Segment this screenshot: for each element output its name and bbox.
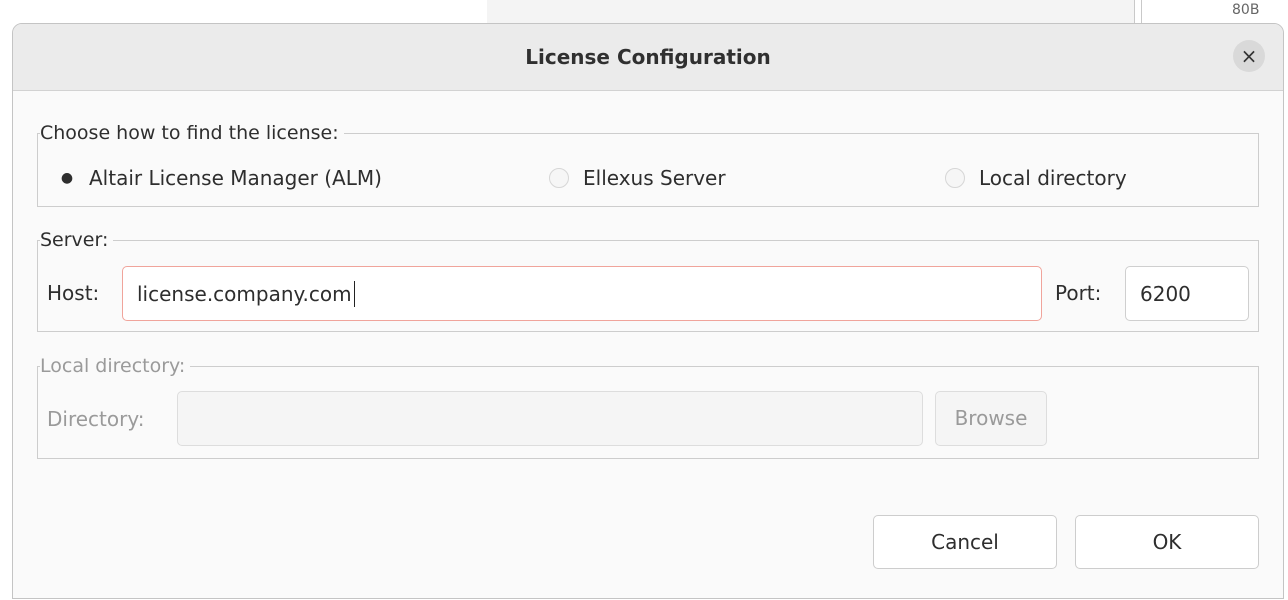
radio-selected-icon: ● — [60, 170, 74, 186]
ok-button[interactable]: OK — [1075, 515, 1259, 569]
dialog-titlebar: License Configuration × — [13, 24, 1283, 91]
close-icon: × — [1240, 44, 1258, 68]
port-input-value: 6200 — [1140, 281, 1191, 306]
dialog-title: License Configuration — [525, 45, 771, 69]
host-label: Host: — [47, 281, 100, 305]
host-input[interactable]: license.company.com — [122, 266, 1042, 321]
browse-button[interactable]: Browse — [935, 391, 1047, 446]
directory-label: Directory: — [47, 407, 145, 431]
local-directory-legend: Local directory: — [40, 355, 191, 377]
radio-ellexus-server[interactable]: Ellexus Server — [549, 165, 726, 191]
port-label: Port: — [1055, 281, 1102, 305]
radio-unselected-icon — [549, 168, 569, 188]
radio-alm[interactable]: ● Altair License Manager (ALM) — [55, 165, 382, 191]
close-button[interactable]: × — [1233, 40, 1265, 72]
text-cursor — [353, 280, 355, 307]
radio-alm-label: Altair License Manager (ALM) — [89, 166, 382, 190]
license-configuration-dialog: License Configuration × Choose how to fi… — [12, 23, 1284, 599]
radio-local-directory-label: Local directory — [979, 166, 1127, 190]
background-label: 80B — [1232, 2, 1260, 18]
radio-local-directory[interactable]: Local directory — [945, 165, 1127, 191]
radio-unselected-icon — [945, 168, 965, 188]
cancel-button[interactable]: Cancel — [873, 515, 1057, 569]
radio-ellexus-server-label: Ellexus Server — [583, 166, 726, 190]
server-legend: Server: — [40, 229, 114, 251]
directory-input[interactable] — [177, 391, 923, 446]
license-source-legend: Choose how to find the license: — [40, 122, 344, 144]
background-panel — [487, 0, 1135, 24]
host-input-value: license.company.com — [137, 281, 352, 306]
port-input[interactable]: 6200 — [1125, 266, 1249, 321]
